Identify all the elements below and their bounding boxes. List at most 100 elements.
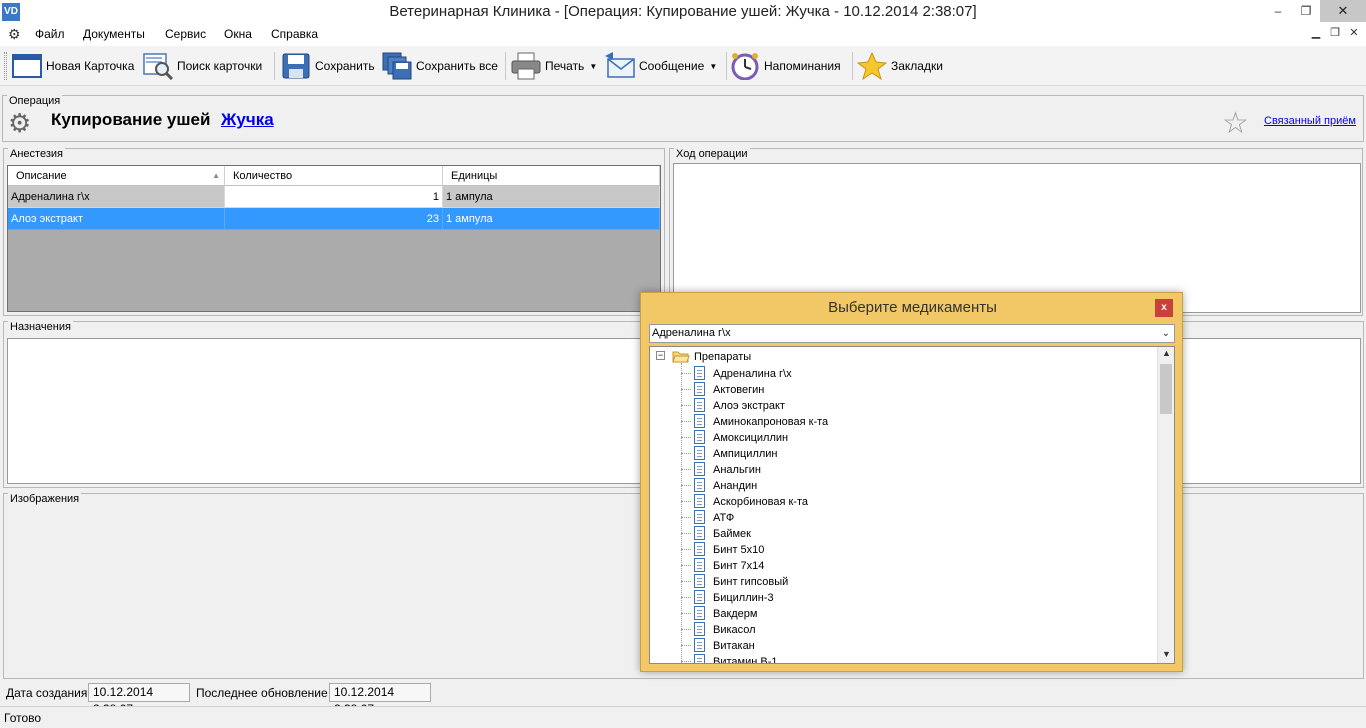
column-header-description[interactable]: Описание ▲	[8, 166, 225, 186]
column-header-quantity[interactable]: Количество	[225, 166, 443, 186]
tree-guide-line	[681, 565, 691, 566]
document-icon	[694, 446, 705, 460]
menu-file[interactable]: Файл	[35, 26, 65, 42]
reminders-label: Напоминания	[764, 59, 841, 73]
tree-item[interactable]: Адреналина г\х	[713, 367, 792, 381]
mdi-close-button[interactable]: ✕	[1346, 26, 1362, 39]
tree-item[interactable]: Амоксициллин	[713, 431, 788, 445]
menu-help[interactable]: Справка	[271, 26, 318, 42]
close-window-button[interactable]: ✕	[1320, 0, 1366, 22]
tree-guide-line	[681, 405, 691, 406]
star-icon	[856, 51, 888, 81]
menu-windows[interactable]: Окна	[224, 26, 252, 42]
maximize-window-button[interactable]: ❐	[1290, 0, 1322, 22]
medication-tree[interactable]: − Препараты Адреналина г\х Актовегин Алоэ …	[649, 346, 1175, 664]
search-card-button[interactable]: Поиск карточки	[143, 50, 262, 82]
prescriptions-title: Назначения	[8, 321, 73, 333]
tree-item[interactable]: Ампициллин	[713, 447, 778, 461]
message-button[interactable]: Сообщение ▼	[605, 50, 717, 82]
bookmarks-button[interactable]: Закладки	[856, 50, 943, 82]
tree-item[interactable]: Витамин В-1	[713, 655, 777, 663]
tree-guide-line	[681, 469, 691, 470]
tree-item[interactable]: Вакдерм	[713, 607, 757, 621]
toolbar-separator	[852, 52, 853, 80]
cell-description[interactable]: Алоэ экстракт	[8, 208, 225, 230]
tree-guide-line	[681, 421, 691, 422]
document-icon	[694, 622, 705, 636]
tree-item[interactable]: Бинт гипсовый	[713, 575, 788, 589]
anesthesia-group-title: Анестезия	[8, 148, 65, 160]
anesthesia-grid[interactable]: Описание ▲ Количество Единицы Адреналина…	[7, 165, 661, 312]
tree-guide-line	[681, 629, 691, 630]
toolbar-separator	[505, 52, 506, 80]
tree-guide-line	[681, 661, 691, 662]
scrollbar-thumb[interactable]	[1160, 364, 1172, 414]
document-icon	[694, 510, 705, 524]
select-medications-dialog: Выберите медикаменты x Адреналина г\х ⌄ …	[640, 292, 1183, 672]
save-button[interactable]: Сохранить	[281, 50, 375, 82]
scroll-down-icon[interactable]: ▼	[1158, 649, 1174, 659]
bookmark-star-icon[interactable]: ☆	[1222, 106, 1249, 141]
operation-progress-title: Ход операции	[674, 148, 750, 160]
search-card-icon	[143, 52, 174, 81]
operation-progress-textarea[interactable]	[673, 163, 1361, 313]
cell-units[interactable]: 1 ампула	[443, 208, 660, 230]
tree-item[interactable]: АТФ	[713, 511, 734, 525]
cell-units[interactable]: 1 ампула	[443, 186, 660, 208]
document-icon	[694, 590, 705, 604]
reminders-button[interactable]: Напоминания	[730, 50, 841, 82]
tree-item[interactable]: Бинт 7х14	[713, 559, 764, 573]
message-icon	[605, 52, 635, 80]
operation-group-title: Операция	[7, 95, 63, 107]
print-dropdown-arrow-icon[interactable]: ▼	[589, 62, 597, 71]
message-dropdown-arrow-icon[interactable]: ▼	[709, 62, 717, 71]
document-icon	[694, 654, 705, 663]
mdi-minimize-button[interactable]: ▁	[1308, 26, 1324, 39]
tree-guide-line	[681, 453, 691, 454]
toolbar-grip[interactable]	[4, 52, 7, 80]
chevron-down-icon[interactable]: ⌄	[1162, 325, 1170, 342]
pet-name-link[interactable]: Жучка	[221, 110, 274, 130]
mdi-restore-button[interactable]: ❐	[1327, 26, 1343, 39]
tree-item[interactable]: Бинт 5х10	[713, 543, 764, 557]
mdi-child-gear-icon[interactable]: ⚙	[8, 26, 21, 43]
menu-documents[interactable]: Документы	[83, 26, 145, 42]
medication-combobox[interactable]: Адреналина г\х ⌄	[649, 324, 1175, 343]
tree-item[interactable]: Актовегин	[713, 383, 764, 397]
tree-item[interactable]: Бициллин-3	[713, 591, 774, 605]
tree-collapse-icon[interactable]: −	[656, 351, 665, 360]
table-row[interactable]: Адреналина г\х 1 1 ампула	[8, 186, 660, 208]
save-all-button[interactable]: Сохранить все	[382, 50, 498, 82]
document-icon	[694, 558, 705, 572]
printer-icon	[511, 52, 541, 80]
linked-visit-link[interactable]: Связанный приём	[1264, 115, 1356, 127]
cell-quantity[interactable]: 23	[225, 208, 443, 230]
scroll-up-icon[interactable]: ▲	[1158, 348, 1174, 358]
tree-item[interactable]: Анальгин	[713, 463, 761, 477]
cell-quantity[interactable]: 1	[225, 186, 443, 208]
tree-item[interactable]: Витакан	[713, 639, 755, 653]
tree-item[interactable]: Баймек	[713, 527, 751, 541]
created-date-label: Дата создания	[6, 686, 88, 700]
column-header-units[interactable]: Единицы	[443, 166, 660, 186]
cell-description[interactable]: Адреналина г\х	[8, 186, 225, 208]
tree-vertical-scrollbar[interactable]: ▲ ▼	[1157, 347, 1174, 663]
updated-date-label: Последнее обновление	[196, 686, 328, 700]
new-card-icon	[12, 52, 42, 80]
tree-guide-line	[681, 645, 691, 646]
table-row-selected[interactable]: Алоэ экстракт 23 1 ампула	[8, 208, 660, 230]
print-button[interactable]: Печать ▼	[511, 50, 597, 82]
tree-item[interactable]: Анандин	[713, 479, 757, 493]
tree-guide-line	[681, 501, 691, 502]
save-all-label: Сохранить все	[416, 59, 498, 73]
menu-service[interactable]: Сервис	[165, 26, 206, 42]
new-card-button[interactable]: Новая Карточка	[12, 50, 134, 82]
tree-item[interactable]: Аминокапроновая к-та	[713, 415, 828, 429]
tree-root-label[interactable]: Препараты	[694, 350, 751, 364]
tree-item[interactable]: Викасол	[713, 623, 756, 637]
tree-guide-line	[681, 485, 691, 486]
dialog-close-button[interactable]: x	[1155, 299, 1173, 317]
document-icon	[694, 430, 705, 444]
tree-item[interactable]: Алоэ экстракт	[713, 399, 785, 413]
tree-item[interactable]: Аскорбиновая к-та	[713, 495, 808, 509]
